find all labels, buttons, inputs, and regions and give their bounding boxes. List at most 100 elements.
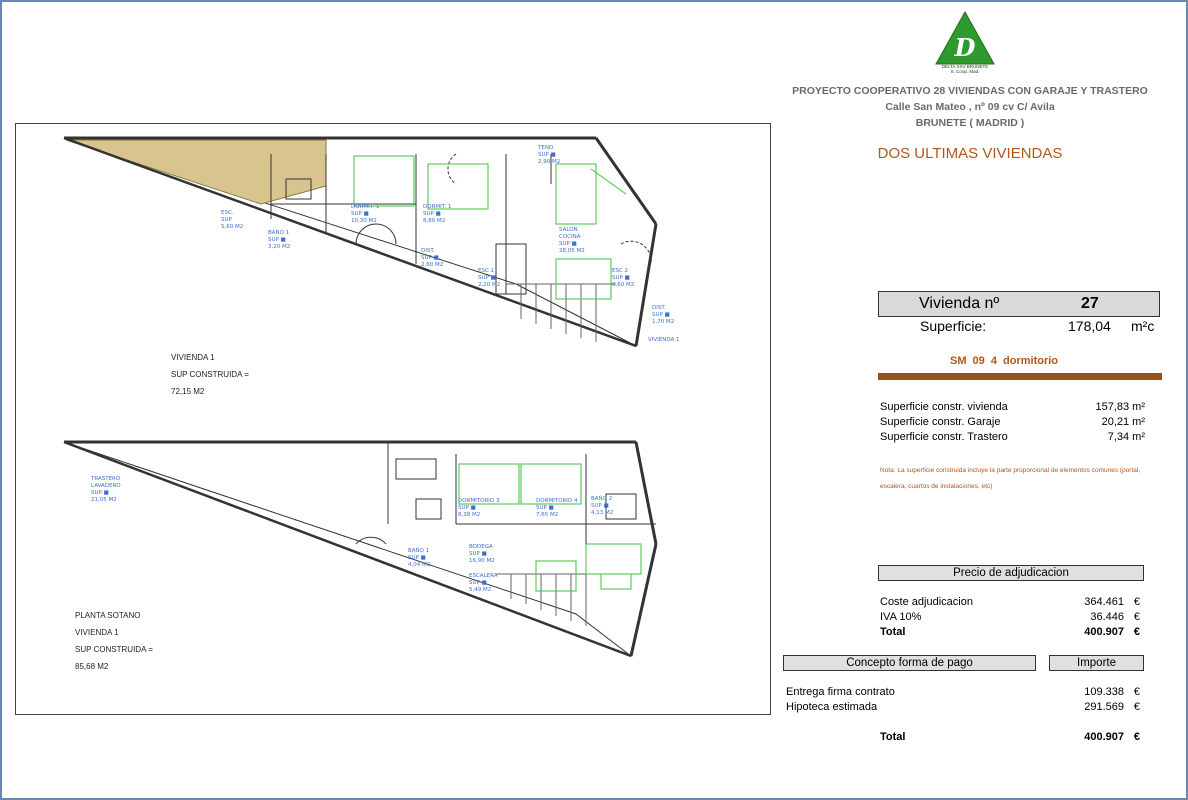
svg-text:LAVADERO: LAVADERO <box>91 483 121 489</box>
svg-text:21,05 M2: 21,05 M2 <box>91 497 117 503</box>
surfaces-table: Superficie constr. vivienda 157,83 m² Su… <box>880 401 1145 446</box>
price-row: IVA 10% 36.446 € <box>880 611 1140 626</box>
svg-text:5,60 M2: 5,60 M2 <box>221 224 243 230</box>
price-value: 364.461 <box>1084 596 1124 608</box>
svg-text:SUP ■: SUP ■ <box>268 237 286 243</box>
upper-plan-line: 72,15 M2 <box>171 387 205 396</box>
superficie-value: 178,04 <box>1068 318 1111 334</box>
floor-plan: ESC. SUP 5,60 M2 BAÑO 1 SUP ■ 3,20 M2 DORMIT… <box>15 123 771 715</box>
price-label: Coste adjudicacion <box>880 596 973 608</box>
svg-text:SUP ■: SUP ■ <box>652 312 670 318</box>
logo-caption: DELTA XXV BRUNETE S. Coop. Mad. <box>920 64 1010 74</box>
payment-total-label: Total <box>880 731 906 743</box>
svg-text:ESC 1: ESC 1 <box>478 268 494 274</box>
headline: DOS ULTIMAS VIVIENDAS <box>877 145 1063 162</box>
superficie-unit: m²c <box>1131 318 1155 334</box>
svg-text:10,30 M2: 10,30 M2 <box>351 218 377 224</box>
surface-value: 157,83 m² <box>1095 401 1145 413</box>
payment-value: 109.338 <box>1084 686 1124 698</box>
svg-text:SUP ■: SUP ■ <box>458 505 476 511</box>
svg-text:ESC.: ESC. <box>221 210 234 216</box>
payment-concept-header: Concepto forma de pago <box>783 655 1036 671</box>
svg-text:8,38 M2: 8,38 M2 <box>458 512 480 518</box>
logo-caption-line: S. Coop. Mad. <box>950 69 980 74</box>
svg-text:DIST.: DIST. <box>652 305 666 311</box>
surface-value: 20,21 m² <box>1101 416 1145 428</box>
logo-letter: D <box>954 33 976 62</box>
svg-text:28,05 M2: 28,05 M2 <box>559 248 585 254</box>
svg-text:8,80 M2: 8,80 M2 <box>423 218 445 224</box>
surface-label: Superficie constr. Trastero <box>880 431 1008 443</box>
svg-text:DIST.: DIST. <box>421 248 435 254</box>
lower-plan-line: SUP CONSTRUIDA = <box>75 645 153 654</box>
price-total-row: Total 400.907 € <box>880 626 1140 641</box>
svg-text:7,65 M2: 7,65 M2 <box>536 512 558 518</box>
svg-text:BODEGA: BODEGA <box>469 544 493 550</box>
surface-note: Nota: La superficie construida incluye l… <box>880 467 1141 490</box>
surface-label: Superficie constr. Garaje <box>880 416 1001 428</box>
svg-text:ESCALERA: ESCALERA <box>469 573 498 579</box>
payment-total-row: Total 400.907 € <box>880 731 1140 746</box>
svg-text:SUP ■: SUP ■ <box>538 152 556 158</box>
lower-plan-summary: PLANTA SOTANO VIVIENDA 1 SUP CONSTRUIDA … <box>75 607 153 675</box>
payment-amount-header: Importe <box>1049 655 1144 671</box>
divider-bar <box>878 373 1162 380</box>
payment-label: Hipoteca estimada <box>786 701 878 713</box>
upper-plan-line: SUP CONSTRUIDA = <box>171 370 249 379</box>
svg-text:SUP ■: SUP ■ <box>469 580 487 586</box>
svg-text:DORMITORIO 4: DORMITORIO 4 <box>536 498 578 504</box>
currency-symbol: € <box>1133 686 1140 698</box>
svg-text:5,49 M2: 5,49 M2 <box>469 587 491 593</box>
svg-text:DORMIT. 1: DORMIT. 1 <box>351 204 379 210</box>
svg-text:SUP ■: SUP ■ <box>536 505 554 511</box>
project-title: PROYECTO COOPERATIVO 28 VIVIENDAS CON GA… <box>792 85 1148 97</box>
svg-text:1,70 M2: 1,70 M2 <box>652 319 674 325</box>
svg-text:VIVIENDA 1: VIVIENDA 1 <box>648 337 680 343</box>
type-line: SM 09 4 dormitorio <box>950 355 1059 367</box>
svg-text:TRASTERO: TRASTERO <box>90 476 121 482</box>
price-row: Coste adjudicacion 364.461 € <box>880 596 1140 611</box>
svg-text:16,90 M2: 16,90 M2 <box>469 558 495 564</box>
svg-text:3,20 M2: 3,20 M2 <box>268 244 290 250</box>
vivienda-label: Vivienda nº <box>919 295 1000 312</box>
payment-total-value: 400.907 <box>1084 731 1124 743</box>
price-total-label: Total <box>880 626 906 638</box>
surface-row: Superficie constr. Garaje 20,21 m² <box>880 416 1145 431</box>
project-header: PROYECTO COOPERATIVO 28 VIVIENDAS CON GA… <box>790 83 1150 131</box>
upper-plan-summary: VIVIENDA 1 SUP CONSTRUIDA = 72,15 M2 <box>171 349 249 400</box>
project-address: Calle San Mateo , nº 09 cv C/ Avila <box>885 101 1055 113</box>
price-value: 36.446 <box>1090 611 1124 623</box>
payment-value: 291.569 <box>1084 701 1124 713</box>
svg-text:SUP ■: SUP ■ <box>612 275 630 281</box>
svg-text:SUP ■: SUP ■ <box>469 551 487 557</box>
currency-symbol: € <box>1133 626 1140 638</box>
svg-text:BAÑO 1: BAÑO 1 <box>268 229 289 236</box>
payment-label: Entrega firma contrato <box>786 686 895 698</box>
project-city: BRUNETE ( MADRID ) <box>915 117 1025 129</box>
currency-symbol: € <box>1133 701 1140 713</box>
svg-text:COCINA: COCINA <box>559 234 581 240</box>
svg-text:4,04 M2: 4,04 M2 <box>408 562 430 568</box>
vivienda-box: Vivienda nº 27 <box>878 291 1160 317</box>
svg-text:SALON: SALON <box>559 227 578 233</box>
svg-text:BAÑO 1: BAÑO 1 <box>408 547 429 554</box>
currency-symbol: € <box>1133 611 1140 623</box>
payment-row: Entrega firma contrato 109.338 € <box>786 686 1140 701</box>
svg-text:TEND.: TEND. <box>537 145 555 151</box>
svg-text:SUP ■: SUP ■ <box>423 211 441 217</box>
svg-text:BAÑO 2: BAÑO 2 <box>591 495 612 502</box>
svg-text:2,20 M2: 2,20 M2 <box>478 282 500 288</box>
surface-label: Superficie constr. vivienda <box>880 401 1008 413</box>
svg-text:SUP ■: SUP ■ <box>421 255 439 261</box>
svg-text:DORMITORIO 3: DORMITORIO 3 <box>458 498 500 504</box>
svg-text:2,90 M2: 2,90 M2 <box>538 159 560 165</box>
currency-symbol: € <box>1133 731 1140 743</box>
price-table: Coste adjudicacion 364.461 € IVA 10% 36.… <box>880 596 1140 641</box>
svg-text:ESC 2: ESC 2 <box>612 268 628 274</box>
superficie-label: Superficie: <box>920 318 987 334</box>
svg-text:SUP ■: SUP ■ <box>478 275 496 281</box>
payment-table: Entrega firma contrato 109.338 € Hipotec… <box>786 686 1140 716</box>
surface-row: Superficie constr. vivienda 157,83 m² <box>880 401 1145 416</box>
lower-plan-line: 85,68 M2 <box>75 662 109 671</box>
surface-row: Superficie constr. Trastero 7,34 m² <box>880 431 1145 446</box>
